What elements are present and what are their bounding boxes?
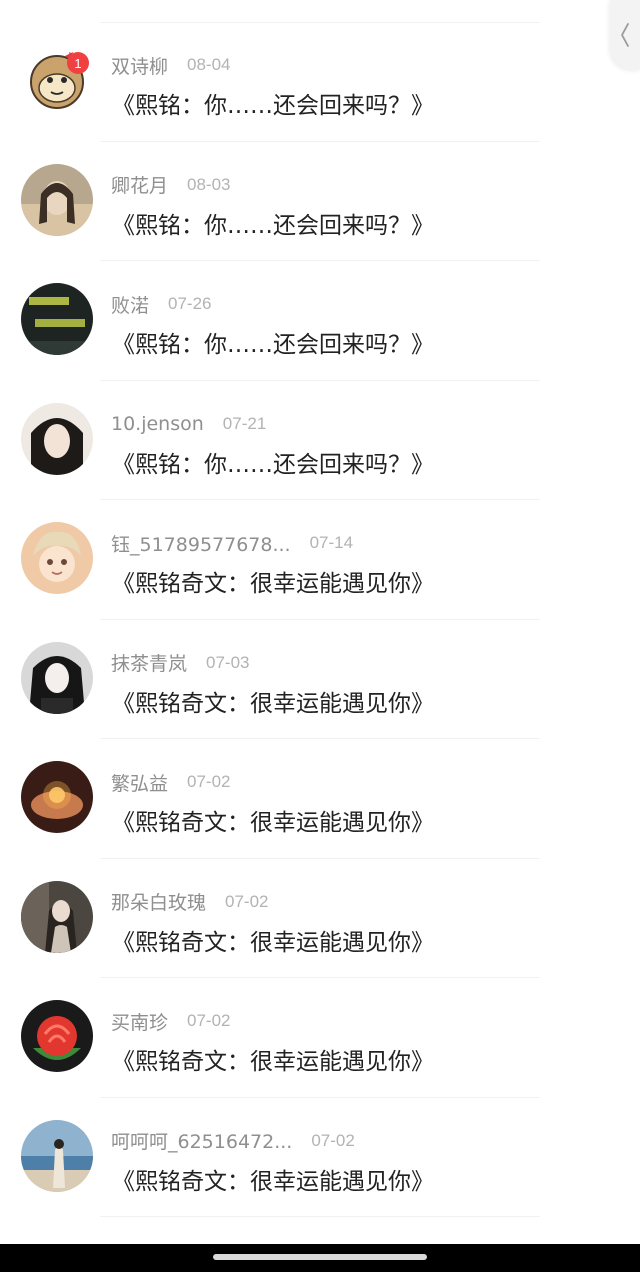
article-title[interactable]: 《熙铭：你……还会回来吗？》 [112, 445, 434, 479]
avatar[interactable] [21, 1119, 93, 1192]
item-date: 08-03 [187, 174, 231, 194]
article-title[interactable]: 《熙铭奇文：很幸运能遇见你》 [112, 1162, 434, 1196]
list-item[interactable]: 那朵白玫瑰 07-02 《熙铭奇文：很幸运能遇见你》 [0, 859, 640, 979]
list-item[interactable]: 1 双诗柳 08-04 《熙铭：你……还会回来吗？》 [0, 22, 640, 142]
article-title[interactable]: 《熙铭奇文：很幸运能遇见你》 [112, 684, 434, 718]
item-meta: 抹茶青岚 07-03 [111, 650, 250, 676]
item-date: 07-26 [168, 294, 212, 313]
user-name[interactable]: 买南珍 [111, 1008, 168, 1035]
list-item[interactable]: 买南珍 07-02 《熙铭奇文：很幸运能遇见你》 [0, 978, 640, 1098]
list-item[interactable]: 抹茶青岚 07-03 《熙铭奇文：很幸运能遇见你》 [0, 620, 640, 740]
dark-graphic-avatar-icon [21, 283, 93, 355]
user-name[interactable]: 钰_51789577678... [111, 530, 291, 557]
avatar[interactable] [21, 641, 93, 714]
watermelon-rose-icon [21, 1000, 93, 1072]
article-title[interactable]: 《熙铭奇文：很幸运能遇见你》 [112, 564, 434, 598]
comment-list-page: 1 双诗柳 08-04 《熙铭：你……还会回来吗？》 卿花月 08-03 《熙铭… [0, 0, 640, 1272]
user-name[interactable]: 10.jenson [111, 413, 204, 435]
list-item[interactable]: 繁弘益 07-02 《熙铭奇文：很幸运能遇见你》 [0, 739, 640, 859]
item-date: 07-02 [225, 891, 269, 911]
item-meta: 繁弘益 07-02 [111, 769, 231, 795]
item-meta: 呵呵呵_62516472... 07-02 [111, 1128, 355, 1154]
avatar[interactable] [21, 1000, 93, 1072]
item-date: 07-14 [309, 533, 354, 552]
user-name[interactable]: 呵呵呵_62516472... [111, 1127, 292, 1154]
user-name[interactable]: 繁弘益 [111, 769, 168, 796]
user-photo-icon [21, 880, 93, 953]
user-photo-icon [21, 163, 93, 236]
list-item[interactable]: 败渃 07-26 《熙铭：你……还会回来吗？》 [0, 261, 640, 381]
user-name[interactable]: 卿花月 [111, 171, 168, 198]
item-meta: 那朵白玫瑰 07-02 [111, 889, 269, 915]
unread-badge: 1 [67, 52, 89, 74]
user-photo-icon [21, 402, 93, 475]
list-item[interactable]: 呵呵呵_62516472... 07-02 《熙铭奇文：很幸运能遇见你》 [0, 1098, 640, 1218]
list-item[interactable]: 卿花月 08-03 《熙铭：你……还会回来吗？》 [0, 142, 640, 262]
home-indicator[interactable] [213, 1254, 427, 1260]
anime-avatar-icon [21, 522, 93, 594]
item-meta: 双诗柳 08-04 [111, 52, 231, 78]
system-navigation-bar [0, 1244, 640, 1272]
article-title[interactable]: 《熙铭：你……还会回来吗？》 [112, 325, 434, 359]
item-meta: 卿花月 08-03 [111, 172, 231, 198]
list-item[interactable]: 10.jenson 07-21 《熙铭：你……还会回来吗？》 [0, 381, 640, 501]
item-date: 07-03 [206, 652, 250, 672]
article-title[interactable]: 《熙铭：你……还会回来吗？》 [112, 86, 434, 120]
item-meta: 买南珍 07-02 [111, 1008, 231, 1034]
avatar[interactable] [21, 522, 93, 594]
item-meta: 败渃 07-26 [111, 291, 212, 317]
user-name[interactable]: 败渃 [111, 291, 149, 318]
article-title[interactable]: 《熙铭奇文：很幸运能遇见你》 [112, 803, 434, 837]
user-name[interactable]: 那朵白玫瑰 [111, 888, 206, 915]
item-meta: 10.jenson 07-21 [111, 411, 266, 437]
list-item[interactable]: 钰_51789577678... 07-14 《熙铭奇文：很幸运能遇见你》 [0, 500, 640, 620]
beach-avatar-icon [21, 1119, 93, 1192]
comment-list: 1 双诗柳 08-04 《熙铭：你……还会回来吗？》 卿花月 08-03 《熙铭… [0, 22, 640, 1217]
avatar[interactable] [21, 163, 93, 236]
hands-avatar-icon [21, 761, 93, 833]
item-date: 08-04 [187, 55, 231, 74]
avatar[interactable] [21, 880, 93, 953]
avatar[interactable] [21, 402, 93, 475]
item-date: 07-02 [311, 1130, 355, 1150]
article-title[interactable]: 《熙铭奇文：很幸运能遇见你》 [112, 1042, 434, 1076]
user-name[interactable]: 抹茶青岚 [111, 649, 187, 676]
user-photo-icon [21, 641, 93, 714]
avatar[interactable] [21, 283, 93, 355]
item-date: 07-02 [187, 1011, 231, 1030]
article-title[interactable]: 《熙铭奇文：很幸运能遇见你》 [112, 923, 434, 957]
avatar[interactable] [21, 761, 93, 833]
item-date: 07-21 [222, 413, 267, 433]
user-name[interactable]: 双诗柳 [111, 52, 168, 79]
article-title[interactable]: 《熙铭：你……还会回来吗？》 [112, 206, 434, 240]
item-date: 07-02 [187, 772, 231, 791]
item-meta: 钰_51789577678... 07-14 [111, 530, 353, 556]
